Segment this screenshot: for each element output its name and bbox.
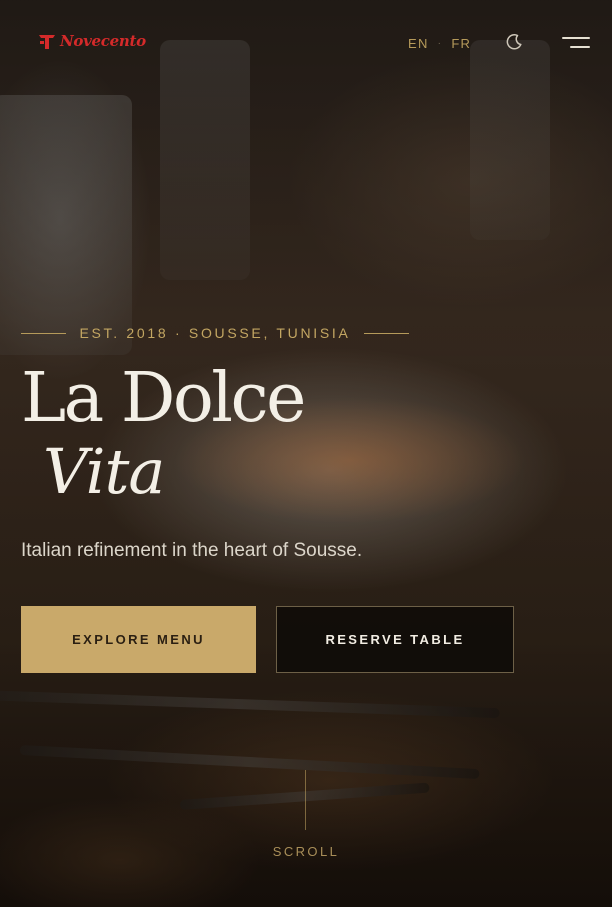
logo-mark-icon [39,35,55,49]
eyebrow-text: EST. 2018 · SOUSSE, TUNISIA [79,325,351,341]
language-switcher: EN · FR [408,36,471,51]
scroll-indicator-label[interactable]: SCROLL [256,844,356,859]
hero-title-line2: Vita [43,435,165,508]
brand-logo[interactable]: Novecento [36,30,146,52]
scroll-indicator-line [305,770,306,830]
hero-title: La Dolce Vita [21,359,306,508]
language-fr[interactable]: FR [451,36,471,51]
eyebrow-rule-left [21,332,66,334]
hamburger-menu-icon[interactable] [560,34,590,50]
reserve-table-button[interactable]: RESERVE TABLE [276,606,514,673]
logo-text: Novecento [60,32,146,50]
hero-eyebrow: EST. 2018 · SOUSSE, TUNISIA [21,325,409,341]
language-separator: · [437,38,443,49]
eyebrow-rule-right [364,332,409,334]
site-header: Novecento EN · FR [0,0,612,86]
explore-menu-button[interactable]: EXPLORE MENU [21,606,256,673]
hero-tagline: Italian refinement in the heart of Souss… [21,540,363,561]
hero-title-line1: La Dolce [21,359,306,438]
language-en[interactable]: EN [408,36,429,51]
moon-icon[interactable] [504,32,524,52]
